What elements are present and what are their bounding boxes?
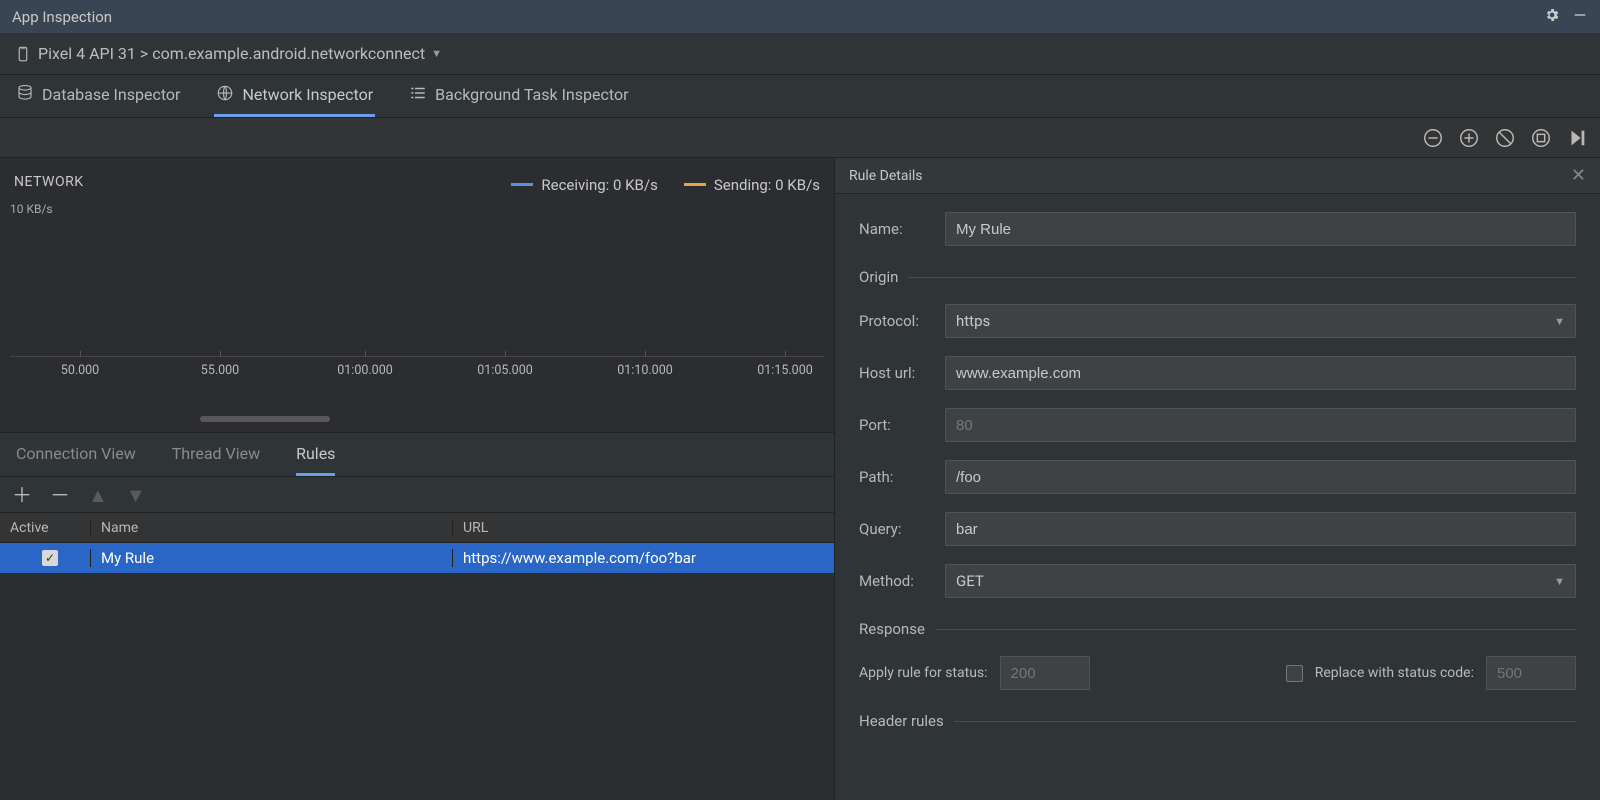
device-breadcrumb[interactable]: Pixel 4 API 31 > com.example.android.net… xyxy=(14,44,442,63)
close-icon[interactable]: ✕ xyxy=(1571,165,1586,186)
row-name: My Rule xyxy=(90,549,452,567)
receiving-swatch xyxy=(511,183,533,186)
tab-background-task-inspector[interactable]: Background Task Inspector xyxy=(407,75,630,117)
hosturl-label: Host url: xyxy=(859,364,945,382)
protocol-select[interactable]: https ▼ xyxy=(945,304,1576,338)
fit-zoom-icon[interactable] xyxy=(1530,127,1552,149)
zoom-in-icon[interactable] xyxy=(1458,127,1480,149)
x-tick: 01:00.000 xyxy=(337,363,393,378)
rules-table: Active Name URL ✓ My Rule https://www.ex… xyxy=(0,513,834,800)
divider xyxy=(954,721,1576,722)
hosturl-input[interactable] xyxy=(945,356,1576,390)
minimize-icon[interactable] xyxy=(1572,7,1588,27)
method-value: GET xyxy=(956,572,984,590)
network-chart: NETWORK Receiving: 0 KB/s Sending: 0 KB/… xyxy=(0,158,834,433)
tab-network-inspector[interactable]: Network Inspector xyxy=(214,75,375,117)
move-up-button[interactable]: ▲ xyxy=(88,485,108,505)
tab-label: Background Task Inspector xyxy=(435,85,628,104)
remove-rule-button[interactable]: － xyxy=(50,485,70,505)
rules-table-header: Active Name URL xyxy=(0,513,834,543)
chart-legend: Receiving: 0 KB/s Sending: 0 KB/s xyxy=(511,176,820,194)
protocol-value: https xyxy=(956,312,990,330)
chevron-down-icon: ▼ xyxy=(431,47,442,60)
protocol-label: Protocol: xyxy=(859,312,945,330)
inspector-tabs: Database Inspector Network Inspector Bac… xyxy=(0,75,1600,118)
replace-status-input[interactable] xyxy=(1486,656,1576,690)
database-icon xyxy=(16,84,34,106)
tab-label: Database Inspector xyxy=(42,85,180,104)
legend-sending: Sending: 0 KB/s xyxy=(684,176,820,194)
zoom-out-icon[interactable] xyxy=(1422,127,1444,149)
header-name[interactable]: Name xyxy=(90,520,452,536)
header-url[interactable]: URL xyxy=(452,520,834,536)
reset-zoom-icon[interactable] xyxy=(1494,127,1516,149)
query-input[interactable] xyxy=(945,512,1576,546)
rules-toolbar: ＋ － ▲ ▼ xyxy=(0,477,834,513)
apply-status-label: Apply rule for status: xyxy=(859,665,988,681)
divider xyxy=(935,629,1576,630)
tab-rules[interactable]: Rules xyxy=(296,433,335,476)
x-tick: 01:15.000 xyxy=(757,363,813,378)
sending-swatch xyxy=(684,183,706,186)
port-label: Port: xyxy=(859,416,945,434)
panel-title: App Inspection xyxy=(12,8,112,26)
chart-x-axis: 50.000 55.000 01:00.000 01:05.000 01:10.… xyxy=(10,356,824,406)
tab-label: Network Inspector xyxy=(242,85,373,104)
x-tick: 50.000 xyxy=(61,363,99,378)
tab-thread-view[interactable]: Thread View xyxy=(172,433,260,476)
device-icon xyxy=(14,45,32,63)
path-label: Path: xyxy=(859,468,945,486)
subtabs: Connection View Thread View Rules xyxy=(0,433,834,477)
tab-database-inspector[interactable]: Database Inspector xyxy=(14,75,182,117)
toolbar-row xyxy=(0,118,1600,158)
method-label: Method: xyxy=(859,572,945,590)
table-row[interactable]: ✓ My Rule https://www.example.com/foo?ba… xyxy=(0,543,834,573)
chevron-down-icon: ▼ xyxy=(1554,575,1565,588)
query-label: Query: xyxy=(859,520,945,538)
details-header: Rule Details ✕ xyxy=(835,158,1600,194)
port-input[interactable] xyxy=(945,408,1576,442)
x-tick: 01:10.000 xyxy=(617,363,673,378)
name-label: Name: xyxy=(859,220,945,238)
x-tick: 01:05.000 xyxy=(477,363,533,378)
chart-title: NETWORK xyxy=(14,174,84,190)
replace-status-checkbox[interactable] xyxy=(1286,665,1303,682)
details-body: Name: Origin Protocol: https ▼ Host url:… xyxy=(835,194,1600,800)
row-url: https://www.example.com/foo?bar xyxy=(452,549,834,567)
active-checkbox[interactable]: ✓ xyxy=(42,550,58,566)
device-bar: Pixel 4 API 31 > com.example.android.net… xyxy=(0,33,1600,75)
replace-status-label: Replace with status code: xyxy=(1315,665,1474,681)
legend-receiving-label: Receiving: 0 KB/s xyxy=(541,176,657,194)
header-rules-section-label: Header rules xyxy=(859,712,944,730)
apply-status-input[interactable] xyxy=(1000,656,1090,690)
divider xyxy=(908,277,1576,278)
response-section-label: Response xyxy=(859,620,925,638)
add-rule-button[interactable]: ＋ xyxy=(12,485,32,505)
legend-sending-label: Sending: 0 KB/s xyxy=(714,176,820,194)
path-input[interactable] xyxy=(945,460,1576,494)
go-live-icon[interactable] xyxy=(1566,127,1588,149)
details-title: Rule Details xyxy=(849,168,923,184)
device-path-text: Pixel 4 API 31 > com.example.android.net… xyxy=(38,44,425,63)
gear-icon[interactable] xyxy=(1544,7,1560,27)
legend-receiving: Receiving: 0 KB/s xyxy=(511,176,657,194)
tab-connection-view[interactable]: Connection View xyxy=(16,433,136,476)
method-select[interactable]: GET ▼ xyxy=(945,564,1576,598)
header-active[interactable]: Active xyxy=(0,520,90,536)
chart-y-tick: 10 KB/s xyxy=(10,202,824,216)
scrollbar-thumb[interactable] xyxy=(200,416,330,422)
move-down-button[interactable]: ▼ xyxy=(126,485,146,505)
chart-scrollbar[interactable] xyxy=(10,416,824,426)
chevron-down-icon: ▼ xyxy=(1554,315,1565,328)
titlebar: App Inspection xyxy=(0,0,1600,33)
globe-icon xyxy=(216,84,234,106)
origin-section-label: Origin xyxy=(859,268,898,286)
list-icon xyxy=(409,84,427,106)
x-tick: 55.000 xyxy=(201,363,239,378)
name-input[interactable] xyxy=(945,212,1576,246)
